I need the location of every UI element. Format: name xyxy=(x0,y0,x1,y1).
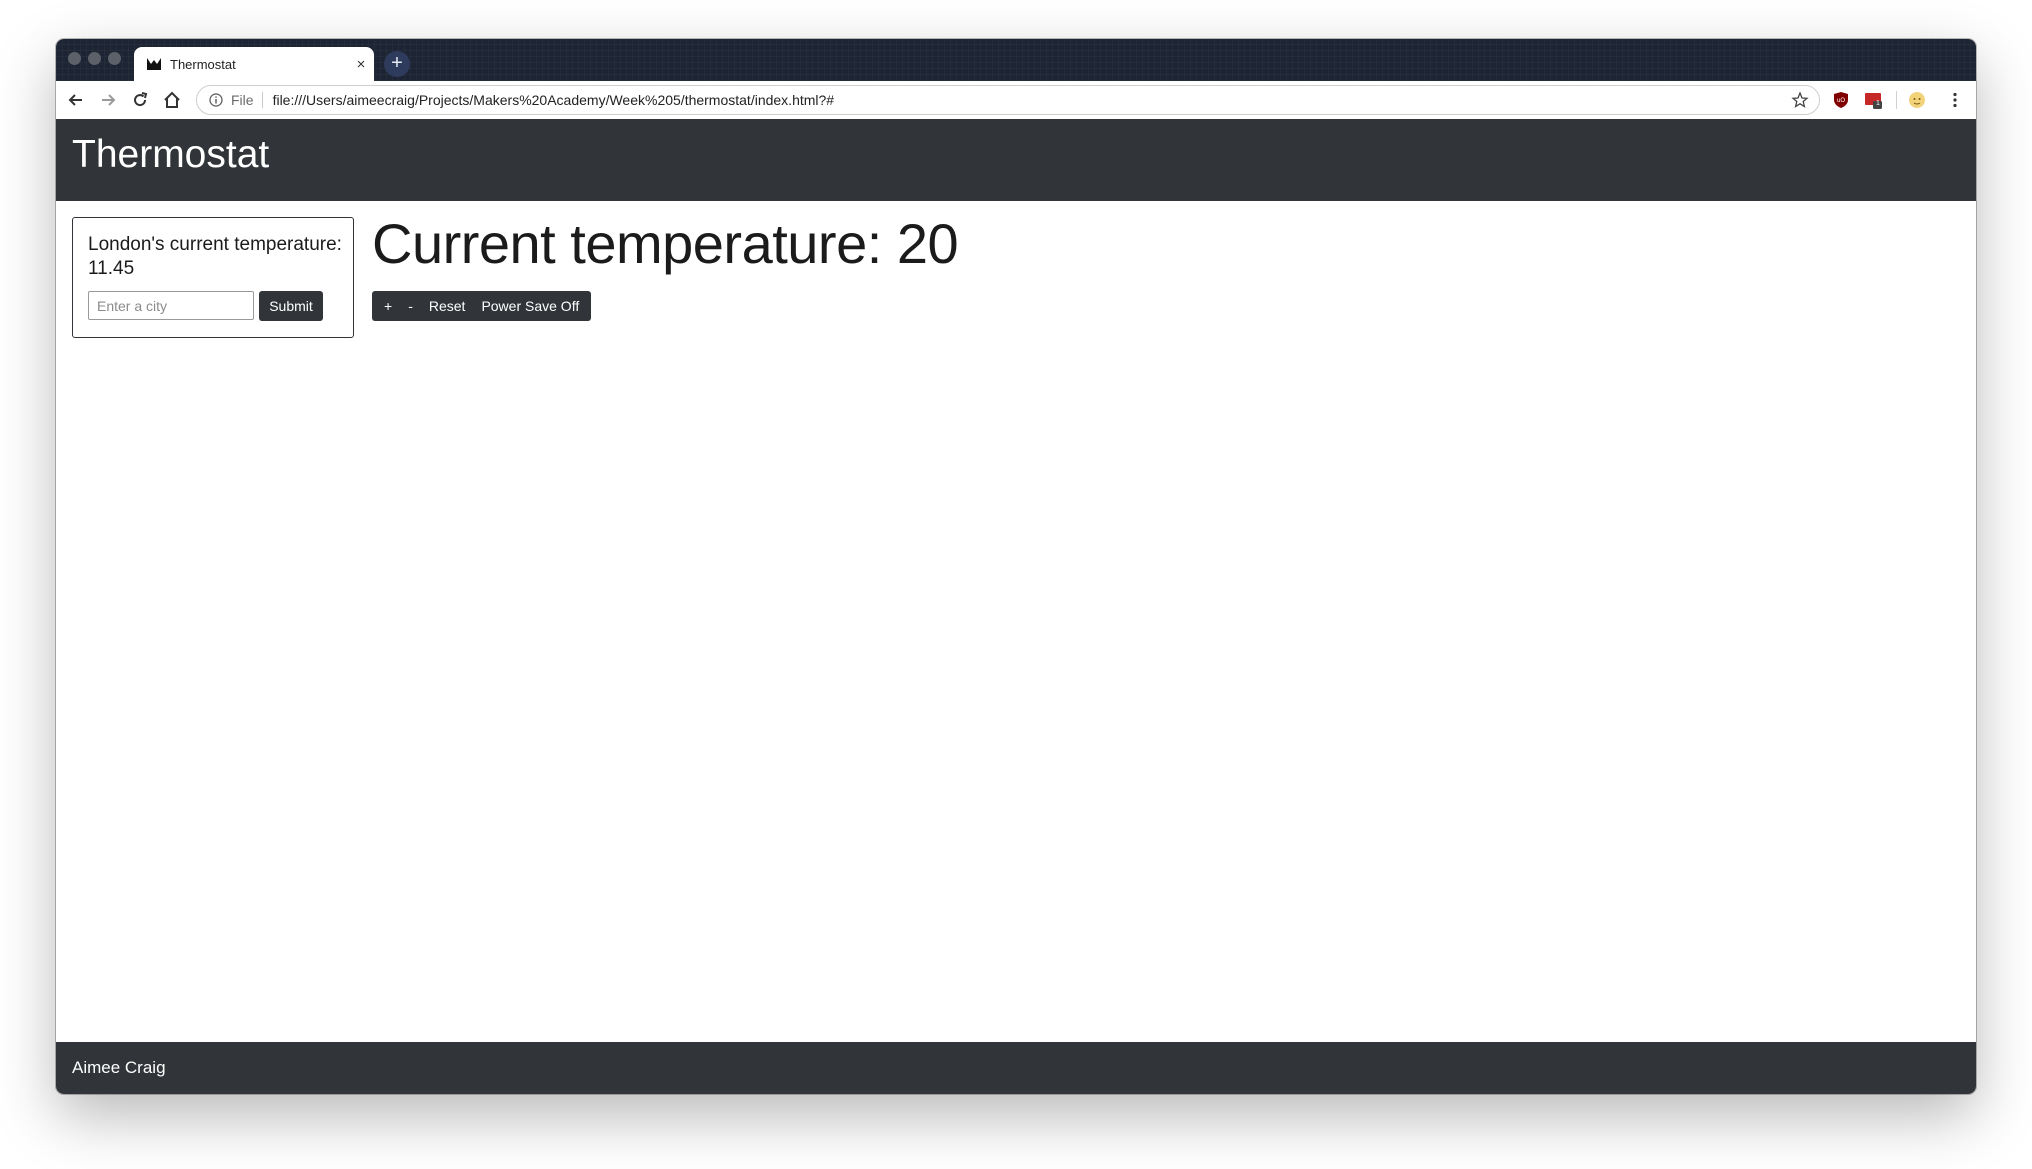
page-favicon-icon xyxy=(147,58,161,70)
url-text[interactable]: file:///Users/aimeecraig/Projects/Makers… xyxy=(273,92,1791,108)
home-icon[interactable] xyxy=(162,90,182,110)
submit-button[interactable]: Submit xyxy=(259,291,323,321)
tab-strip: Thermostat × + xyxy=(56,39,1976,81)
close-window-dot[interactable] xyxy=(68,52,81,65)
page-title: Thermostat xyxy=(72,133,270,176)
zoom-window-dot[interactable] xyxy=(108,52,121,65)
address-bar[interactable]: File file:///Users/aimeecraig/Projects/M… xyxy=(196,85,1820,115)
toolbar-divider xyxy=(1896,91,1897,109)
extension-badge-count: 1 xyxy=(1876,100,1880,107)
city-temperature-text: London's current temperature: 11.45 xyxy=(88,234,342,279)
tab-title: Thermostat xyxy=(170,56,236,72)
info-icon[interactable] xyxy=(209,93,223,107)
current-temperature-heading: Current temperature: 20 xyxy=(372,212,959,275)
power-save-toggle-button[interactable]: Power Save Off xyxy=(473,291,587,321)
thermostat-controls: + - Reset Power Save Off xyxy=(372,291,592,321)
increase-temperature-button[interactable]: + xyxy=(376,291,400,321)
profile-avatar-icon[interactable] xyxy=(1908,91,1926,109)
weather-card: London's current temperature: 11.45 Subm… xyxy=(72,217,354,338)
decrease-temperature-button[interactable]: - xyxy=(400,291,421,321)
back-arrow-icon[interactable] xyxy=(66,90,86,110)
tab-thermostat[interactable]: Thermostat × xyxy=(134,47,374,81)
footer-author: Aimee Craig xyxy=(72,1058,166,1077)
page-header: Thermostat xyxy=(56,119,1976,201)
reset-button[interactable]: Reset xyxy=(421,291,474,321)
browser-window: Thermostat × + File file:///Users/aimeec… xyxy=(56,39,1976,1094)
extension-badge-icon[interactable]: 1 xyxy=(1864,91,1882,109)
city-input[interactable] xyxy=(88,291,254,320)
ublock-shield-icon[interactable]: uO xyxy=(1832,91,1850,109)
reload-icon[interactable] xyxy=(130,90,150,110)
new-tab-button[interactable]: + xyxy=(384,51,410,77)
bookmark-star-icon[interactable] xyxy=(1791,91,1809,109)
svg-text:uO: uO xyxy=(1837,98,1845,104)
forward-arrow-icon[interactable] xyxy=(98,90,118,110)
kebab-menu-icon[interactable] xyxy=(1946,91,1964,109)
page-footer: Aimee Craig xyxy=(56,1042,1976,1094)
tab-close-icon[interactable]: × xyxy=(348,56,374,73)
browser-toolbar: File file:///Users/aimeecraig/Projects/M… xyxy=(56,81,1976,120)
scheme-label: File xyxy=(231,92,263,108)
minimize-window-dot[interactable] xyxy=(88,52,101,65)
